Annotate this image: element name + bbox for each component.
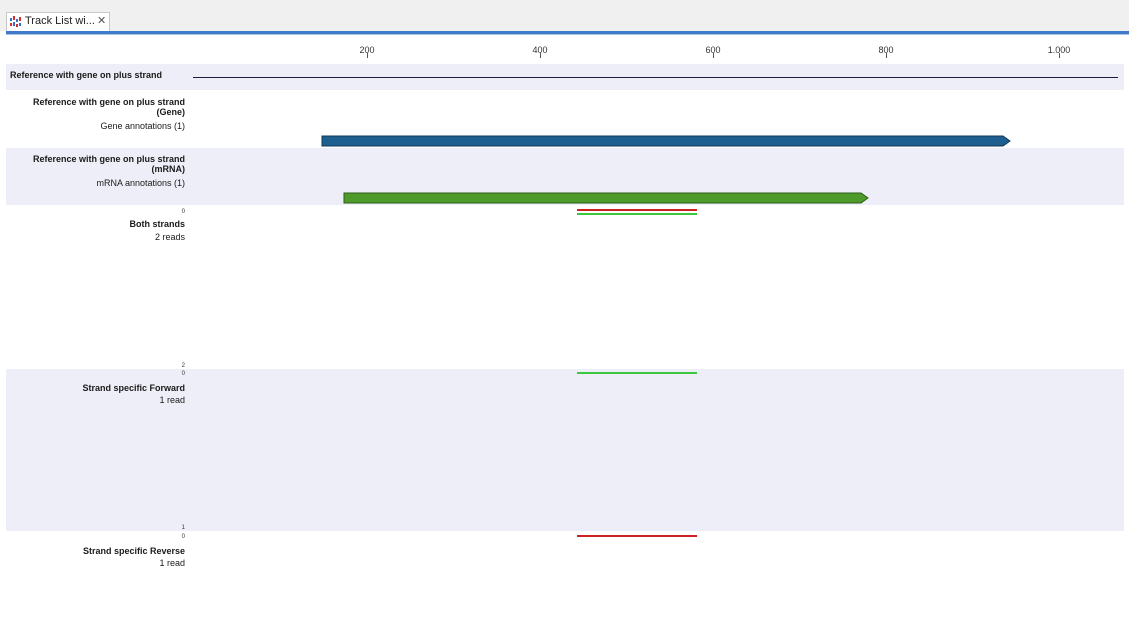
reverse-title: Strand specific Reverse: [82, 546, 185, 556]
reverse-read[interactable]: [577, 209, 697, 211]
mrna-annotations-count: mRNA annotations (1): [96, 178, 185, 188]
tab-accent-line-light: [6, 34, 1129, 35]
forward-title: Strand specific Forward: [82, 383, 185, 393]
forward-axis-bottom: 1: [181, 525, 185, 531]
track-list-icon: [10, 16, 21, 27]
mrna-feature-arrow[interactable]: [343, 192, 870, 204]
forward-read[interactable]: [577, 372, 697, 374]
reference-sequence-line[interactable]: [193, 77, 1118, 78]
reference-track-label: Reference with gene on plus strand: [10, 70, 163, 80]
ruler-tick: [886, 53, 887, 58]
gene-track-label-suffix: (Gene): [156, 107, 185, 117]
gene-track-label: Reference with gene on plus strand: [32, 97, 185, 107]
both-strands-read-count: 2 reads: [154, 232, 185, 242]
forward-track-band: [6, 369, 1124, 531]
ruler-tick: [713, 53, 714, 58]
mrna-track-label-suffix: (mRNA): [151, 164, 186, 174]
reverse-read[interactable]: [577, 535, 697, 537]
both-strands-title: Both strands: [129, 219, 185, 229]
ruler-tick: [540, 53, 541, 58]
close-icon[interactable]: ✕: [97, 13, 106, 30]
ruler-tick: [367, 53, 368, 58]
both-strands-axis-top: 0: [181, 209, 185, 215]
tab-title: Track List wi...: [25, 15, 95, 27]
forward-read-count: 1 read: [159, 395, 185, 405]
reverse-axis-top: 0: [181, 534, 185, 540]
tab-track-list[interactable]: Track List wi... ✕: [6, 12, 110, 31]
reverse-read-count: 1 read: [159, 558, 185, 568]
forward-axis-top: 0: [181, 371, 185, 377]
gene-feature-arrow[interactable]: [321, 135, 1012, 147]
tab-bar: [0, 0, 1129, 31]
forward-read[interactable]: [577, 213, 697, 215]
mrna-track-label: Reference with gene on plus strand: [32, 154, 185, 164]
ruler-tick: [1059, 53, 1060, 58]
gene-annotations-count: Gene annotations (1): [100, 121, 185, 131]
